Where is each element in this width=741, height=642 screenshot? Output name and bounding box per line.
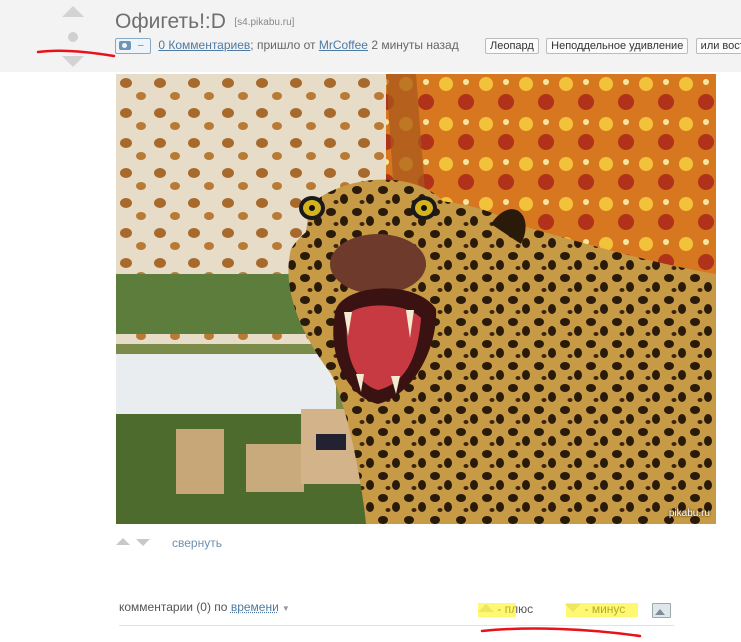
tag-delight[interactable]: или восторг (695, 38, 741, 54)
chevron-down-icon[interactable]: ▼ (282, 604, 290, 613)
image-toggle-icon[interactable] (652, 603, 671, 618)
plus-label: - плюс (494, 602, 534, 616)
vote-down-icon[interactable] (62, 56, 84, 67)
post-vote-controls (58, 2, 88, 70)
tag-surprise[interactable]: Неподдельное удивление (546, 38, 689, 54)
minus-label: - минус (581, 602, 626, 616)
post-title-row: Офигеть!:D [s4.pikabu.ru] (115, 10, 294, 34)
post-title[interactable]: Офигеть!:D (115, 10, 226, 33)
comments-sort-bar: комментарии (0) по времени ▼ (119, 600, 290, 614)
tag-list: Леопард Неподдельное удивление или восто… (481, 38, 741, 54)
camera-icon (119, 41, 131, 50)
leopard-photo (116, 74, 716, 524)
badge-dash: – (138, 40, 144, 51)
comments-count-label: комментарии (0) по (119, 600, 228, 614)
vote-down-icon[interactable] (136, 539, 150, 546)
vote-neutral-dot (68, 32, 78, 42)
divider (119, 625, 674, 626)
collapse-link[interactable]: свернуть (172, 536, 222, 550)
minus-arrow-icon[interactable] (565, 604, 582, 612)
came-from-text: ; пришло от (250, 38, 319, 53)
sort-by-time-link[interactable]: времени (231, 600, 279, 614)
post-source: [s4.pikabu.ru] (234, 17, 295, 28)
post-image[interactable]: pikabu.ru (116, 74, 716, 524)
post-meta: – 0 Комментариев; пришло от MrCoffee 2 м… (115, 38, 741, 56)
tag-leopard[interactable]: Леопард (485, 38, 539, 54)
author-link[interactable]: MrCoffee (319, 38, 368, 52)
plus-minus-legend: - плюс - минус (478, 602, 625, 616)
comments-link[interactable]: 0 Комментариев (158, 38, 250, 52)
vote-up-icon[interactable] (62, 6, 84, 17)
plus-arrow-icon[interactable] (478, 604, 494, 612)
image-watermark: pikabu.ru (668, 508, 710, 519)
photo-badge[interactable]: – (115, 38, 151, 54)
post-header (0, 0, 741, 72)
vote-up-icon[interactable] (116, 538, 130, 545)
time-ago: 2 минуты назад (367, 38, 459, 53)
